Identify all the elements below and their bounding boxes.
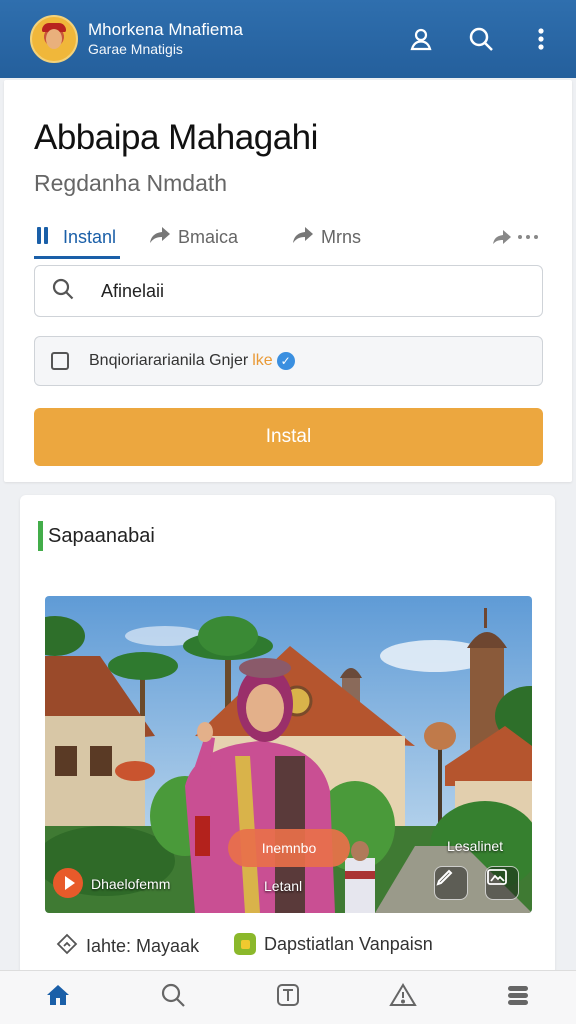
content-card: Sapaanabai Inemnbo Dhaelofemm Letanl Les… <box>20 495 555 975</box>
app-avatar[interactable] <box>30 15 78 63</box>
meta-item-share[interactable]: Iahte: Mayaak <box>56 933 199 960</box>
text-box-icon <box>275 982 301 1013</box>
tab-label: Bmaica <box>178 226 239 247</box>
media-caption-center: Letanl <box>264 878 303 894</box>
section-title: Sapaanabai <box>38 521 155 551</box>
verified-icon: ✓ <box>276 352 295 370</box>
play-icon[interactable] <box>53 868 83 898</box>
home-icon <box>45 983 71 1012</box>
search-icon <box>160 982 186 1013</box>
image-icon[interactable] <box>485 866 519 900</box>
checkbox[interactable] <box>51 352 69 370</box>
tab-bar: Instanl Bmaica Mrns <box>34 217 548 259</box>
tab-instanl[interactable]: Instanl <box>34 217 121 259</box>
nav-stack[interactable] <box>461 971 576 1024</box>
tab-label: Mrns <box>321 226 361 247</box>
media-preview[interactable]: Inemnbo Dhaelofemm Letanl Lesalinet <box>45 596 532 913</box>
page-subtitle: Regdanha Nmdath <box>34 170 228 196</box>
app-name: Mhorkena Mnafiema <box>88 20 243 39</box>
install-button[interactable]: Instal <box>34 408 543 466</box>
app-subtitle: Garae Mnatigis <box>88 41 183 57</box>
more-icon[interactable] <box>492 217 540 257</box>
stack-icon <box>505 982 531 1013</box>
search-field[interactable]: Afinelaii <box>34 265 543 317</box>
checkbox-label: Bnqioriararianila Gnjer <box>89 352 249 369</box>
bottom-navigation <box>0 970 576 1024</box>
share-icon <box>149 225 171 250</box>
nav-home[interactable] <box>0 971 115 1024</box>
warning-icon <box>389 982 417 1013</box>
page-title: Abbaipa Mahagahi <box>34 118 318 157</box>
nav-warning[interactable] <box>346 971 461 1024</box>
search-input[interactable]: Afinelaii <box>101 281 164 302</box>
meta-label: Dapstiatlan Vanpaisn <box>264 933 433 954</box>
more-vert-icon[interactable] <box>524 22 558 56</box>
edit-icon[interactable] <box>434 866 468 900</box>
search-icon[interactable] <box>464 22 498 56</box>
media-caption-left: Dhaelofemm <box>91 876 171 892</box>
tab-bmaica[interactable]: Bmaica <box>149 217 238 257</box>
media-caption-right: Lesalinet <box>447 838 504 854</box>
search-icon <box>51 277 75 306</box>
meta-item-app[interactable]: Dapstiatlan Vanpaisn <box>234 933 433 955</box>
nav-search[interactable] <box>115 971 230 1024</box>
bars-icon <box>34 224 56 251</box>
nav-text[interactable] <box>230 971 345 1024</box>
meta-label: Iahte: Mayaak <box>86 936 200 956</box>
user-icon[interactable] <box>404 22 438 56</box>
media-cta-button[interactable]: Inemnbo <box>228 829 350 867</box>
app-icon <box>234 933 256 955</box>
tab-label: Instanl <box>63 226 117 247</box>
app-title-block: Mhorkena Mnafiema Garae Mnatigis <box>88 20 404 58</box>
top-app-bar: Mhorkena Mnafiema Garae Mnatigis <box>0 0 576 78</box>
checkbox-label-highlight: lke <box>252 352 273 369</box>
tab-mrns[interactable]: Mrns <box>292 217 361 257</box>
app-header-card: Abbaipa Mahagahi Regdanha Nmdath Instanl… <box>4 80 572 482</box>
checkbox-row[interactable]: Bnqioriararianila Gnjer lke ✓ <box>34 336 543 386</box>
share-icon <box>292 225 314 250</box>
share-icon <box>56 933 78 960</box>
